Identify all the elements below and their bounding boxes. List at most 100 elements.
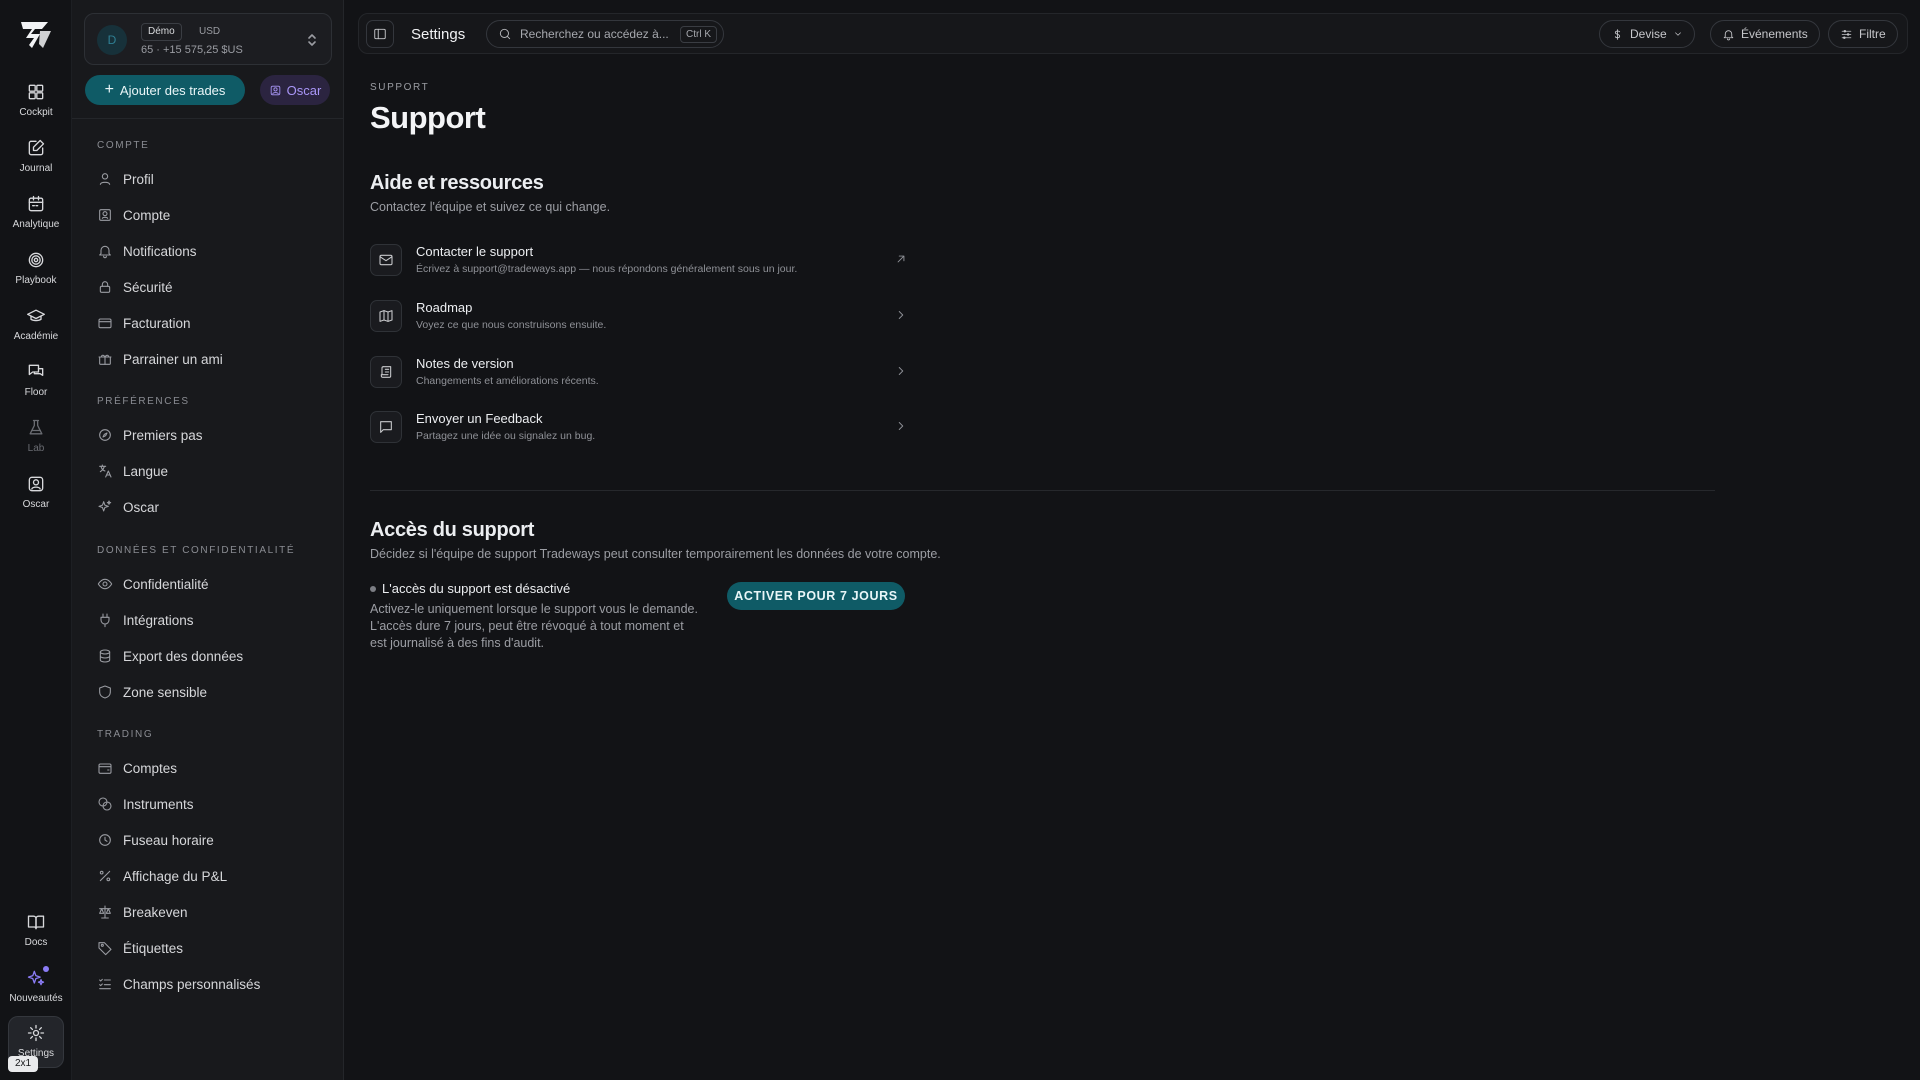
nav-item-confidentialite[interactable]: Confidentialité <box>85 569 331 599</box>
filter-label: Filtre <box>1859 27 1886 41</box>
nav-label: Oscar <box>123 499 160 515</box>
row-description: Voyez ce que nous construisons ensuite. <box>416 319 607 331</box>
account-mode-badge: Démo <box>141 23 182 41</box>
nav-item-zone-sensible[interactable]: Zone sensible <box>85 677 331 707</box>
section-divider <box>370 490 1715 491</box>
nav-item-affichage-pnl[interactable]: Affichage du P&L <box>85 861 331 891</box>
currency-label: Devise <box>1630 27 1667 41</box>
graduation-cap-icon <box>27 309 45 322</box>
currency-dropdown[interactable]: Devise <box>1599 20 1695 48</box>
bot-icon <box>270 85 280 95</box>
shield-icon <box>99 685 111 699</box>
id-card-icon <box>99 209 111 221</box>
oscar-button[interactable]: Oscar <box>260 75 330 105</box>
nav-item-parrainer[interactable]: Parrainer un ami <box>85 344 331 374</box>
nav-label: Affichage du P&L <box>123 868 228 884</box>
access-status-text: L'accès du support est désactivé <box>382 581 571 596</box>
sliders-icon <box>1841 29 1852 39</box>
rail-label: Analytique <box>12 219 60 230</box>
rail-label: Oscar <box>22 499 50 510</box>
nav-label: Confidentialité <box>123 576 209 592</box>
rail-item-lab[interactable]: Lab <box>8 412 64 464</box>
page-title-top: Settings <box>411 26 466 43</box>
nav-label: Instruments <box>123 796 194 812</box>
breadcrumb: SUPPORT <box>370 82 430 93</box>
nav-label: Langue <box>123 463 169 479</box>
lock-icon <box>99 281 111 293</box>
user-icon <box>99 173 111 185</box>
map-icon <box>370 300 402 332</box>
toggle-sidebar-button[interactable] <box>366 20 394 48</box>
nav-item-etiquettes[interactable]: Étiquettes <box>85 933 331 963</box>
rail-item-floor[interactable]: Floor <box>8 356 64 408</box>
notification-dot <box>43 966 49 972</box>
scale-icon <box>99 905 111 919</box>
nav-item-compte[interactable]: Compte <box>85 200 331 230</box>
section-title-preferences: PRÉFÉRENCES <box>97 396 190 407</box>
clock-icon <box>99 834 111 846</box>
nav-label: Fuseau horaire <box>123 832 214 848</box>
oscar-label: Oscar <box>286 82 322 98</box>
roadmap-row[interactable]: Roadmap Voyez ce que nous construisons e… <box>370 296 908 340</box>
wallet-icon <box>98 763 112 774</box>
nav-item-premiers-pas[interactable]: Premiers pas <box>85 420 331 450</box>
nav-label: Export des données <box>123 648 244 664</box>
account-switcher[interactable]: D Démo USD 65 · +15 575,25 $US <box>84 13 332 65</box>
rail-label: Nouveautés <box>9 993 63 1004</box>
access-status: L'accès du support est désactivé <box>370 581 570 596</box>
events-label: Événements <box>1741 27 1808 41</box>
rail-item-oscar[interactable]: Oscar <box>8 468 64 520</box>
activate-support-access-button[interactable]: ACTIVER POUR 7 JOURS <box>727 582 905 610</box>
rail-item-nouveautes[interactable]: Nouveautés <box>8 962 64 1014</box>
rail-label: Cockpit <box>19 107 53 118</box>
nav-item-instruments[interactable]: Instruments <box>85 789 331 819</box>
rail-item-docs[interactable]: Docs <box>8 906 64 958</box>
rail-item-cockpit[interactable]: Cockpit <box>8 76 64 128</box>
gear-icon <box>27 1024 45 1042</box>
nav-item-integrations[interactable]: Intégrations <box>85 605 331 635</box>
edit-icon <box>28 139 45 156</box>
avatar: D <box>97 25 127 55</box>
rail-item-playbook[interactable]: Playbook <box>8 244 64 296</box>
nav-item-breakeven[interactable]: Breakeven <box>85 897 331 927</box>
nav-item-champs-personnalises[interactable]: Champs personnalisés <box>85 969 331 999</box>
rail-item-analytique[interactable]: Analytique <box>8 188 64 240</box>
row-description: Changements et améliorations récents. <box>416 375 599 387</box>
row-title: Roadmap <box>416 300 473 315</box>
events-button[interactable]: Événements <box>1710 20 1820 48</box>
search-input[interactable]: Recherchez ou accédez à... Ctrl K <box>486 20 724 48</box>
release-notes-row[interactable]: Notes de version Changements et améliora… <box>370 352 908 396</box>
nav-label: Zone sensible <box>123 684 208 700</box>
rail-label: Journal <box>19 163 53 174</box>
nav-item-securite[interactable]: Sécurité <box>85 272 331 302</box>
nav-label: Intégrations <box>123 612 194 628</box>
list-checks-icon <box>99 978 111 990</box>
add-trades-button[interactable]: + Ajouter des trades <box>85 75 245 105</box>
chat-bubbles-icon <box>28 364 44 376</box>
nav-item-export[interactable]: Export des données <box>85 641 331 671</box>
tradeways-logo-icon[interactable] <box>18 18 54 52</box>
credit-card-icon <box>98 318 112 329</box>
translate-icon <box>99 464 112 478</box>
rail-item-journal[interactable]: Journal <box>8 132 64 184</box>
nav-item-profil[interactable]: Profil <box>85 164 331 194</box>
nav-item-fuseau-horaire[interactable]: Fuseau horaire <box>85 825 331 855</box>
nav-item-oscar[interactable]: Oscar <box>85 492 331 522</box>
nav-label: Profil <box>123 171 154 187</box>
nav-label: Premiers pas <box>123 427 203 443</box>
nav-label: Notifications <box>123 243 197 259</box>
nav-item-notifications[interactable]: Notifications <box>85 236 331 266</box>
nav-item-langue[interactable]: Langue <box>85 456 331 486</box>
nav-label: Sécurité <box>123 279 173 295</box>
plus-icon: + <box>104 81 114 98</box>
access-description: Activez-le uniquement lorsque le support… <box>370 602 698 650</box>
search-icon <box>499 28 511 40</box>
nav-label: Facturation <box>123 315 191 331</box>
rail-item-academie[interactable]: Académie <box>8 300 64 352</box>
nav-item-comptes[interactable]: Comptes <box>85 753 331 783</box>
send-feedback-row[interactable]: Envoyer un Feedback Partagez une idée ou… <box>370 407 908 451</box>
contact-support-row[interactable]: Contacter le support Écrivez à support@t… <box>370 240 908 284</box>
nav-item-facturation[interactable]: Facturation <box>85 308 331 338</box>
filter-button[interactable]: Filtre <box>1828 20 1898 48</box>
row-description: Écrivez à support@tradeways.app — nous r… <box>416 263 798 275</box>
